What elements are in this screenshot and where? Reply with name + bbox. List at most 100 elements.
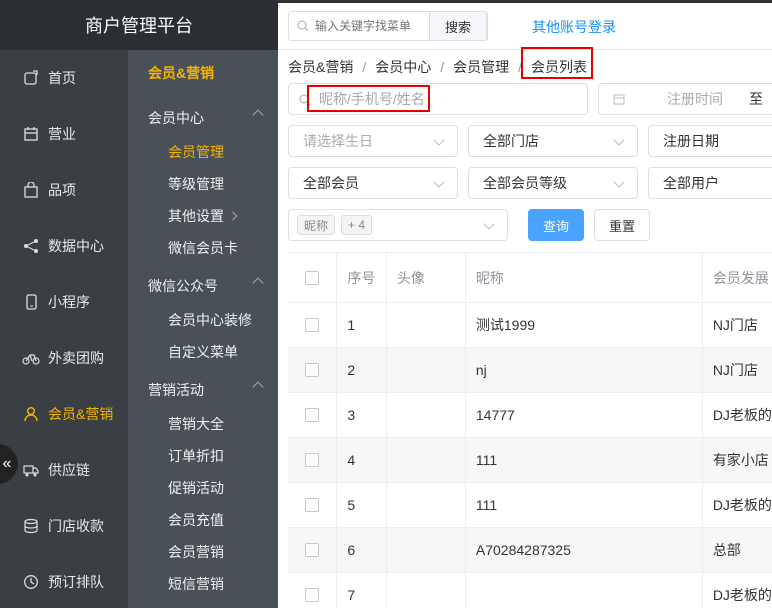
row-nickname [466, 573, 703, 608]
phone-icon [22, 293, 40, 311]
select-all-cell [288, 253, 338, 302]
sub-nav-group[interactable]: 微信公众号 [128, 268, 278, 304]
nav-item-label: 数据中心 [48, 238, 104, 254]
column-header: 昵称 [466, 253, 703, 302]
column-header: 头像 [387, 253, 466, 302]
row-checkbox[interactable] [305, 363, 320, 377]
chevron-right-icon [228, 211, 238, 221]
reset-button[interactable]: 重置 [594, 209, 650, 241]
nav-item-5[interactable]: 外卖团购 [0, 330, 128, 386]
sub-nav-item[interactable]: 短信营销 [128, 568, 278, 600]
sub-nav-item[interactable]: 会员营销 [128, 536, 278, 568]
table-row[interactable]: 6 A70284287325 总部 [288, 528, 772, 573]
row-origin: NJ门店 [712, 362, 758, 378]
sub-nav-item-label: 其他设置 [168, 208, 224, 224]
sub-nav-item-label: 短信营销 [168, 576, 224, 592]
sub-nav-item[interactable]: 微信会员卡 [128, 232, 278, 264]
breadcrumb-item[interactable]: 会员&营销 [288, 57, 353, 77]
table-row[interactable]: 4 111 有家小店 [288, 438, 772, 483]
sub-nav-item-label: 促销活动 [168, 480, 224, 496]
row-checkbox[interactable] [305, 588, 320, 602]
select-all-checkbox[interactable] [305, 270, 320, 285]
sub-nav-item[interactable]: 自定义菜单 [128, 336, 278, 368]
row-checkbox[interactable] [305, 408, 320, 422]
breadcrumb-separator: / [440, 59, 445, 75]
row-avatar [387, 573, 466, 608]
row-origin: 有家小店 [712, 452, 769, 468]
chevron-down-icon [613, 176, 625, 188]
row-origin: DJ老板的 [712, 497, 772, 513]
sub-nav-item-label: 会员管理 [168, 144, 224, 160]
birthday-select[interactable]: 请选择生日 [288, 125, 458, 157]
sub-nav-item[interactable]: 营销大全 [128, 408, 278, 440]
brand-title: 商户管理平台 [0, 0, 278, 50]
column-header: 序号 [337, 253, 387, 302]
row-avatar [387, 303, 466, 347]
register-date-select[interactable]: 注册日期 [648, 125, 772, 157]
nav-item-2[interactable]: 品项 [0, 162, 128, 218]
query-button[interactable]: 查询 [528, 209, 584, 241]
chevron-down-icon [433, 134, 445, 146]
nav-item-9[interactable]: 预订排队 [0, 554, 128, 608]
chevron-down-icon [613, 134, 625, 146]
table-row[interactable]: 7 DJ老板的 [288, 573, 772, 608]
nav-item-6[interactable]: 会员&营销 [0, 386, 128, 442]
table-row[interactable]: 2 nj NJ门店 [288, 348, 772, 393]
sub-nav-item[interactable]: 其他设置 [128, 200, 278, 232]
main-nav: 首页营业品项数据中心小程序外卖团购 会员&营销 供应链门店收款预订排队 [0, 0, 128, 608]
member-level-value: 全部会员等级 [483, 175, 567, 191]
sub-nav-item[interactable]: 订单折扣 [128, 440, 278, 472]
sub-nav-item[interactable]: 会员中心装修 [128, 304, 278, 336]
row-nickname: A70284287325 [466, 528, 703, 572]
row-nickname: 111 [466, 483, 703, 527]
store-select[interactable]: 全部门店 [468, 125, 638, 157]
share-icon [22, 237, 40, 255]
chevron-up-icon [252, 109, 264, 121]
nav-item-1[interactable]: 营业 [0, 106, 128, 162]
breadcrumb-item[interactable]: 会员中心 [375, 57, 431, 77]
table-row[interactable]: 3 14777 DJ老板的 [288, 393, 772, 438]
chevron-up-icon [252, 277, 264, 289]
member-type-select[interactable]: 全部会员 [288, 167, 458, 199]
home-icon [22, 69, 40, 87]
sub-nav-item[interactable]: 等级管理 [128, 168, 278, 200]
register-time-placeholder: 注册时间 [667, 91, 723, 107]
nav-item-label: 首页 [48, 70, 76, 86]
breadcrumb-separator: / [362, 59, 367, 75]
row-checkbox[interactable] [305, 543, 320, 557]
sub-nav-item-label: 会员充值 [168, 512, 224, 528]
sub-nav-item[interactable]: 会员管理 [128, 136, 278, 168]
row-select-cell [288, 438, 338, 482]
nav-item-8[interactable]: 门店收款 [0, 498, 128, 554]
search-button[interactable]: 搜索 [429, 11, 487, 41]
sub-nav-group[interactable]: 会员中心 [128, 100, 278, 136]
sub-nav-group[interactable]: 营销活动 [128, 372, 278, 408]
row-no: 6 [337, 528, 387, 572]
sub-nav-item[interactable]: 促销活动 [128, 472, 278, 504]
row-checkbox[interactable] [305, 453, 320, 467]
row-checkbox[interactable] [305, 318, 320, 332]
sub-nav: 会员&营销 会员中心 会员管理 等级管理 其他设置 微信会员卡 微信公众号 会员中心装修 自定… [128, 50, 278, 608]
table-header-row: 序号 头像 昵称 会员发展 [288, 253, 772, 303]
column-header: 会员发展 [712, 269, 769, 286]
nav-item-3[interactable]: 数据中心 [0, 218, 128, 274]
nav-item-4[interactable]: 小程序 [0, 274, 128, 330]
member-level-select[interactable]: 全部会员等级 [468, 167, 638, 199]
nav-item-7[interactable]: 供应链 [0, 442, 128, 498]
nav-item-label: 小程序 [48, 294, 90, 310]
register-time-range[interactable]: 注册时间 至 [598, 83, 772, 115]
nav-item-0[interactable]: 首页 [0, 50, 128, 106]
menu-search-input[interactable] [289, 19, 439, 33]
breadcrumb-item[interactable]: 会员管理 [453, 57, 509, 77]
user-type-select[interactable]: 全部用户 [648, 167, 772, 199]
nav-item-label: 门店收款 [48, 518, 104, 534]
other-login-link[interactable]: 其他账号登录 [532, 17, 616, 37]
bike-icon [22, 349, 40, 367]
row-checkbox[interactable] [305, 498, 320, 512]
row-avatar [387, 528, 466, 572]
nav-item-label: 品项 [48, 182, 76, 198]
table-row[interactable]: 5 111 DJ老板的 [288, 483, 772, 528]
table-row[interactable]: 1 测试1999 NJ门店 [288, 303, 772, 348]
sub-nav-item[interactable]: 会员充值 [128, 504, 278, 536]
column-tags-select[interactable]: 昵称 + 4 [288, 209, 508, 241]
